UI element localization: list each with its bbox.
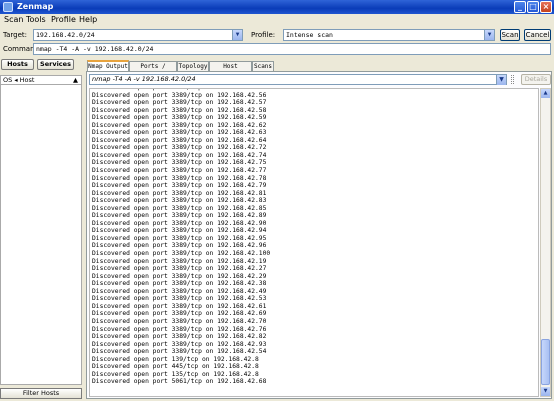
scan-button[interactable]: Scan	[500, 29, 520, 41]
output-line: Discovered open port 445/tcp on 192.168.…	[92, 363, 259, 371]
os-column-header[interactable]: OS	[3, 76, 12, 84]
output-line: Discovered open port 3389/tcp on 192.168…	[92, 204, 267, 212]
scroll-down-arrow-icon[interactable]: ▼	[541, 387, 550, 396]
output-line: Discovered open port 3389/tcp on 192.168…	[92, 250, 271, 258]
output-line: Discovered open port 3389/tcp on 192.168…	[92, 99, 267, 107]
output-line: Discovered open port 3389/tcp on 192.168…	[92, 310, 267, 318]
profile-dropdown-icon[interactable]: ▼	[484, 30, 494, 40]
details-button: Details	[521, 74, 551, 85]
zenmap-icon	[3, 2, 13, 12]
minimize-button[interactable]: _	[514, 1, 526, 13]
output-line: Discovered open port 3389/tcp on 192.168…	[92, 257, 267, 265]
command-history-dropdown-icon[interactable]: ▼	[496, 75, 506, 85]
output-line: Discovered open port 3389/tcp on 192.168…	[92, 317, 267, 325]
output-line: Discovered open port 3389/tcp on 192.168…	[92, 242, 267, 250]
output-line: Discovered open port 3389/tcp on 192.168…	[92, 219, 267, 227]
command-history-value: nmap -T4 -A -v 192.168.42.0/24	[92, 75, 196, 83]
title-bar: Zenmap _ □ ×	[0, 0, 554, 14]
host-column-header[interactable]: Host	[20, 76, 35, 84]
output-line: Discovered open port 3389/tcp on 192.168…	[92, 302, 267, 310]
output-line: Discovered open port 3389/tcp on 192.168…	[92, 295, 267, 303]
output-line: Discovered open port 135/tcp on 192.168.…	[92, 370, 259, 378]
output-line: Discovered open port 3389/tcp on 192.168…	[92, 129, 267, 137]
close-button[interactable]: ×	[540, 1, 552, 13]
scroll-up-arrow-icon[interactable]: ▲	[541, 89, 550, 98]
command-input[interactable]: nmap -T4 -A -v 192.168.42.0/24	[33, 43, 551, 55]
scrollbar-thumb[interactable]	[541, 339, 550, 385]
output-line: Discovered open port 3389/tcp on 192.168…	[92, 280, 267, 288]
menu-scan[interactable]: Scan	[4, 15, 23, 24]
profile-label: Profile:	[251, 31, 276, 39]
output-line: Discovered open port 3389/tcp on 192.168…	[92, 91, 267, 99]
profile-select[interactable]: Intense scan ▼	[283, 29, 495, 41]
output-text-area[interactable]: Discovered open port 3389/tcp on 192.168…	[89, 88, 539, 397]
host-list[interactable]	[0, 85, 82, 385]
output-line: Discovered open port 3389/tcp on 192.168…	[92, 212, 267, 220]
output-line: Discovered open port 139/tcp on 192.168.…	[92, 355, 259, 363]
output-line: Discovered open port 3389/tcp on 192.168…	[92, 287, 267, 295]
hosts-toggle-button[interactable]: Hosts	[1, 59, 34, 70]
output-line: Discovered open port 3389/tcp on 192.168…	[92, 272, 267, 280]
left-pane: Hosts Services OS ◂ Host ▲ Filter Hosts	[0, 59, 82, 401]
output-line: Discovered open port 3389/tcp on 192.168…	[92, 106, 267, 114]
output-line: Discovered open port 3389/tcp on 192.168…	[92, 197, 267, 205]
output-line: Discovered open port 3389/tcp on 192.168…	[92, 167, 267, 175]
target-value: 192.168.42.0/24	[36, 31, 95, 39]
services-toggle-button[interactable]: Services	[37, 59, 74, 70]
target-label: Target:	[3, 31, 28, 39]
output-scrollbar[interactable]: ▲ ▼	[540, 88, 551, 397]
output-line: Discovered open port 3389/tcp on 192.168…	[92, 227, 267, 235]
nmap-output-panel: nmap -T4 -A -v 192.168.42.0/24 ▼ Details…	[86, 71, 552, 399]
grip-handle-icon	[511, 75, 514, 84]
output-line: Discovered open port 3389/tcp on 192.168…	[92, 348, 267, 356]
output-line: Discovered open port 5061/tcp on 192.168…	[92, 378, 267, 386]
filter-hosts-button[interactable]: Filter Hosts	[0, 388, 82, 399]
output-line: Discovered open port 3389/tcp on 192.168…	[92, 189, 267, 197]
output-lines: Discovered open port 3389/tcp on 192.168…	[92, 89, 271, 386]
output-line: Discovered open port 3389/tcp on 192.168…	[92, 333, 267, 341]
output-line: Discovered open port 3389/tcp on 192.168…	[92, 144, 267, 152]
output-line: Discovered open port 3389/tcp on 192.168…	[92, 265, 267, 273]
output-line: Discovered open port 3389/tcp on 192.168…	[92, 182, 267, 190]
menu-help[interactable]: Help	[79, 15, 97, 24]
maximize-button[interactable]: □	[527, 1, 539, 13]
profile-value: Intense scan	[286, 31, 333, 39]
scroll-up-icon[interactable]: ▲	[73, 76, 78, 84]
output-line: Discovered open port 3389/tcp on 192.168…	[92, 151, 267, 159]
cancel-button[interactable]: Cancel	[524, 29, 551, 41]
target-input[interactable]: 192.168.42.0/24 ▼	[33, 29, 243, 41]
output-line: Discovered open port 3389/tcp on 192.168…	[92, 174, 267, 182]
host-list-header: OS ◂ Host ▲	[0, 75, 82, 85]
menu-tools[interactable]: Tools	[26, 15, 46, 24]
output-line: Discovered open port 3389/tcp on 192.168…	[92, 114, 267, 122]
command-value: nmap -T4 -A -v 192.168.42.0/24	[36, 45, 154, 53]
command-history-select[interactable]: nmap -T4 -A -v 192.168.42.0/24 ▼	[89, 74, 507, 85]
output-line: Discovered open port 3389/tcp on 192.168…	[92, 121, 267, 129]
menu-bar: Scan Tools Profile Help	[0, 14, 554, 27]
menu-profile[interactable]: Profile	[51, 15, 76, 24]
target-dropdown-icon[interactable]: ▼	[232, 30, 242, 40]
output-line: Discovered open port 3389/tcp on 192.168…	[92, 159, 267, 167]
sort-indicator-icon: ◂	[14, 76, 18, 84]
output-line: Discovered open port 3389/tcp on 192.168…	[92, 234, 267, 242]
output-line: Discovered open port 3389/tcp on 192.168…	[92, 136, 267, 144]
output-line: Discovered open port 3389/tcp on 192.168…	[92, 325, 267, 333]
window-title: Zenmap	[17, 2, 54, 11]
output-line: Discovered open port 3389/tcp on 192.168…	[92, 340, 267, 348]
